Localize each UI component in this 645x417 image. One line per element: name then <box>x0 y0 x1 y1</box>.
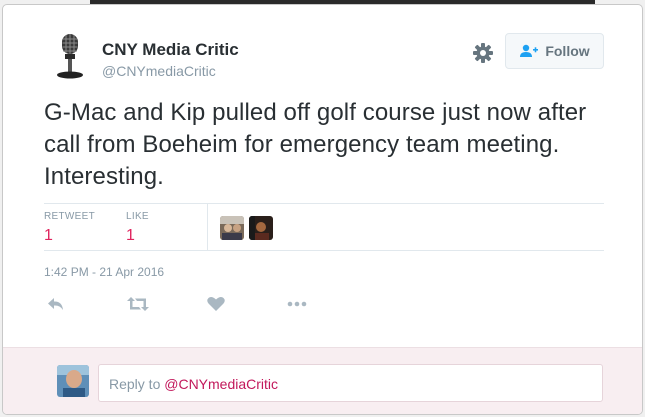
add-user-icon <box>520 44 539 57</box>
more-icon[interactable] <box>286 295 310 315</box>
gear-icon[interactable] <box>472 42 494 64</box>
reply-area: Reply to @CNYmediaCritic <box>3 347 642 414</box>
reply-input[interactable]: Reply to @CNYmediaCritic <box>98 364 603 402</box>
reply-prefix: Reply to <box>109 376 165 392</box>
likers-avatars <box>220 216 273 240</box>
author-handle[interactable]: @CNYmediaCritic <box>102 63 216 79</box>
author-name[interactable]: CNY Media Critic <box>102 40 239 60</box>
follow-label: Follow <box>545 43 590 59</box>
tweet-text: G-Mac and Kip pulled off golf course jus… <box>44 99 587 190</box>
retweet-stat-label: RETWEET <box>44 211 95 222</box>
tweet-stats: RETWEET 1 LIKE 1 <box>44 203 604 251</box>
stats-divider <box>207 204 208 250</box>
microphone-icon <box>57 34 83 79</box>
like-count: 1 <box>126 227 135 244</box>
retweet-stat[interactable]: RETWEET 1 <box>44 211 95 245</box>
like-stat-label: LIKE <box>126 211 149 222</box>
follow-button[interactable]: Follow <box>505 33 604 69</box>
like-stat[interactable]: LIKE 1 <box>126 211 149 245</box>
current-user-avatar[interactable] <box>57 365 89 397</box>
reply-mention: @CNYmediaCritic <box>164 376 279 392</box>
tweet-card: CNY Media Critic @CNYmediaCritic Follow … <box>2 4 643 415</box>
author-avatar[interactable] <box>46 32 94 80</box>
retweet-count: 1 <box>44 227 53 244</box>
tweet-timestamp[interactable]: 1:42 PM - 21 Apr 2016 <box>44 265 164 279</box>
liker-avatar[interactable] <box>249 216 273 240</box>
reply-icon[interactable] <box>46 295 70 315</box>
heart-icon[interactable] <box>206 295 230 315</box>
retweet-icon[interactable] <box>126 295 150 315</box>
liker-avatar[interactable] <box>220 216 244 240</box>
tweet-actions <box>44 295 344 315</box>
